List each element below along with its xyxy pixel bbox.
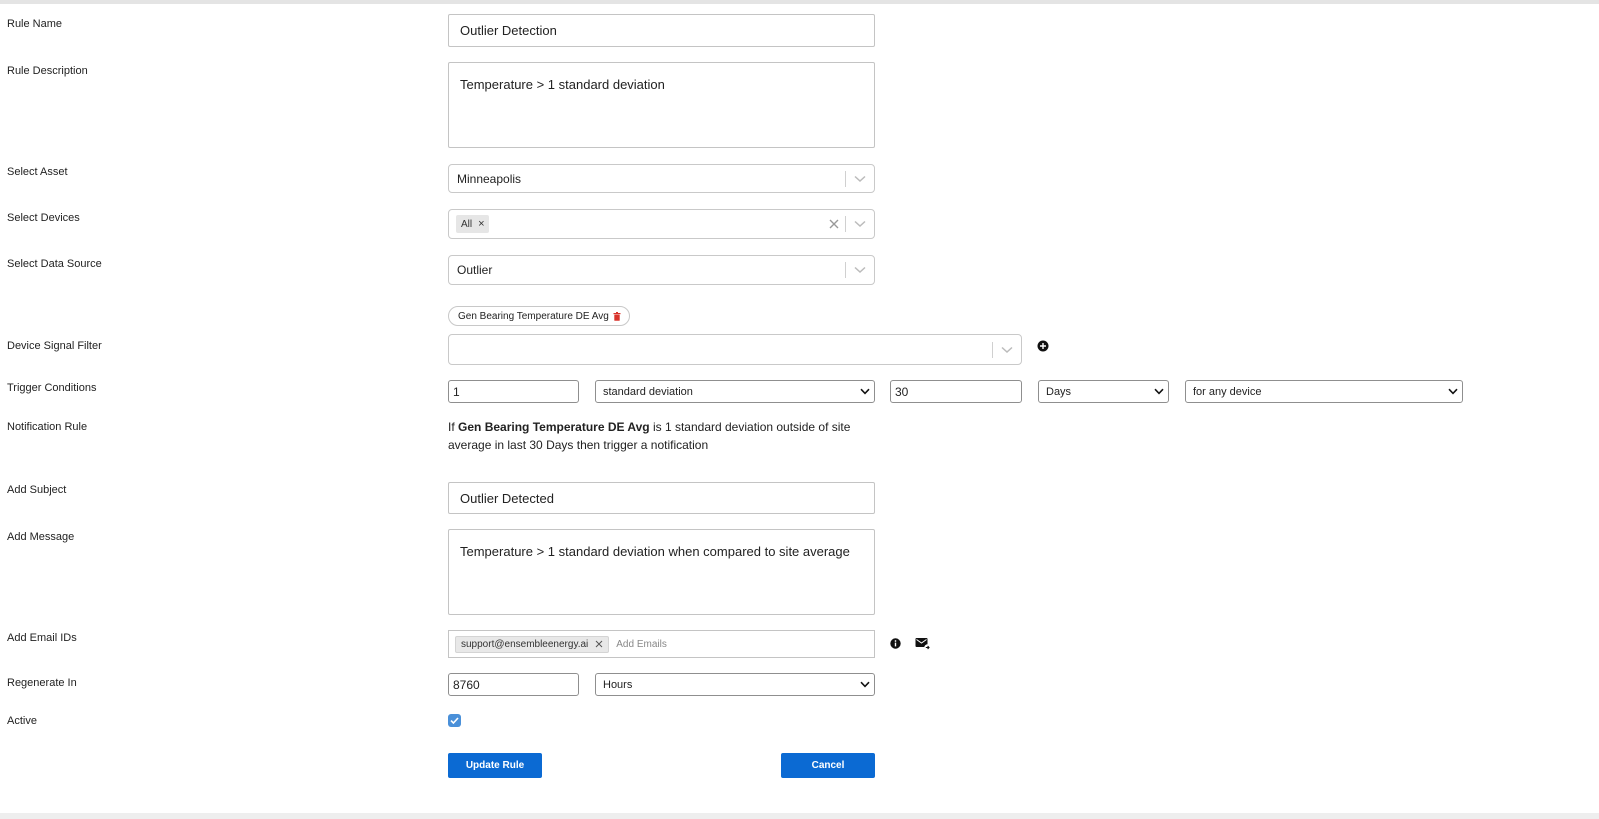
email-chip: support@ensembleenergy.ai (455, 635, 610, 653)
device-chip-label: All (461, 218, 473, 230)
chevron-down-icon[interactable] (846, 220, 874, 228)
select-asset-label: Select Asset (7, 166, 68, 178)
clear-icon[interactable] (823, 219, 845, 229)
chevron-down-icon[interactable] (993, 346, 1021, 354)
email-input-placeholder[interactable]: Add Emails (616, 639, 667, 650)
info-icon[interactable] (890, 638, 901, 649)
trigger-period-value: 30 (895, 384, 909, 399)
chevron-down-icon (856, 388, 874, 395)
trigger-threshold-value: 1 (453, 384, 460, 399)
device-chip: All × (456, 215, 489, 233)
trigger-threshold-input[interactable]: 1 (448, 380, 579, 403)
add-email-ids-label: Add Email IDs (7, 632, 77, 644)
data-source-select[interactable]: Outlier (448, 255, 875, 285)
trigger-conditions-label: Trigger Conditions (7, 382, 97, 394)
notification-rule-signal: Gen Bearing Temperature DE Avg (458, 420, 650, 434)
trigger-measure-value: standard deviation (603, 385, 693, 398)
rule-name-label: Rule Name (7, 18, 63, 30)
message-textarea[interactable]: Temperature > 1 standard deviation when … (448, 529, 875, 615)
asset-select[interactable]: Minneapolis (448, 164, 875, 193)
signal-pill-label: Gen Bearing Temperature DE Avg (458, 310, 609, 322)
rule-name-input[interactable]: Outlier Detection (448, 14, 875, 47)
chevron-down-icon (1444, 388, 1462, 395)
regenerate-value: 8760 (453, 677, 480, 692)
notification-rule-prefix: If (448, 420, 459, 434)
rule-description-textarea[interactable]: Temperature > 1 standard deviation (448, 62, 875, 148)
chevron-down-icon[interactable] (846, 175, 874, 183)
add-subject-label: Add Subject (7, 484, 67, 496)
chevron-down-icon (856, 681, 874, 688)
subject-value: Outlier Detected (460, 490, 554, 506)
message-value: Temperature > 1 standard deviation when … (460, 544, 850, 559)
notification-rule-text: If Gen Bearing Temperature DE Avg is 1 s… (448, 418, 868, 454)
regenerate-value-input[interactable]: 8760 (448, 673, 579, 696)
checkmark-icon (450, 717, 459, 724)
update-rule-button[interactable]: Update Rule (448, 753, 542, 778)
device-signal-filter-label: Device Signal Filter (7, 340, 102, 352)
add-message-label: Add Message (7, 531, 75, 543)
trigger-measure-select[interactable]: standard deviation (595, 380, 875, 403)
rule-description-label: Rule Description (7, 65, 88, 77)
rule-description-value: Temperature > 1 standard deviation (460, 77, 665, 92)
asset-select-value: Minneapolis (457, 171, 522, 186)
regenerate-unit-value: Hours (603, 678, 633, 691)
select-data-source-label: Select Data Source (7, 258, 102, 270)
subject-input[interactable]: Outlier Detected (448, 482, 875, 514)
top-divider (0, 0, 1599, 4)
cancel-button[interactable]: Cancel (781, 753, 875, 778)
add-circle-icon[interactable] (1037, 340, 1049, 352)
rule-name-value: Outlier Detection (460, 23, 557, 38)
bottom-divider (0, 813, 1599, 819)
active-label: Active (7, 715, 37, 727)
signal-filter-select[interactable] (448, 334, 1022, 365)
trigger-period-unit-select[interactable]: Days (1038, 380, 1169, 403)
signal-pill: Gen Bearing Temperature DE Avg (448, 306, 630, 326)
data-source-value: Outlier (457, 263, 493, 277)
active-checkbox[interactable] (448, 714, 461, 727)
regenerate-in-label: Regenerate In (7, 677, 77, 689)
email-chip-label: support@ensembleenergy.ai (461, 638, 589, 650)
devices-multiselect[interactable]: All × (448, 209, 875, 239)
trigger-scope-select[interactable]: for any device (1185, 380, 1463, 403)
trigger-period-unit-value: Days (1046, 385, 1072, 398)
chevron-down-icon (1150, 388, 1168, 395)
chevron-down-icon[interactable] (846, 266, 874, 274)
email-tags-input[interactable]: support@ensembleenergy.ai Add Emails (448, 630, 875, 658)
trigger-period-input[interactable]: 30 (890, 380, 1022, 403)
chip-remove-icon[interactable] (595, 640, 603, 648)
mail-send-icon[interactable] (915, 637, 931, 651)
regenerate-unit-select[interactable]: Hours (595, 673, 875, 696)
chip-remove-icon[interactable]: × (478, 218, 484, 230)
select-devices-label: Select Devices (7, 212, 80, 224)
trigger-scope-value: for any device (1193, 385, 1262, 398)
trash-icon[interactable] (613, 311, 621, 321)
notification-rule-label: Notification Rule (7, 421, 88, 433)
